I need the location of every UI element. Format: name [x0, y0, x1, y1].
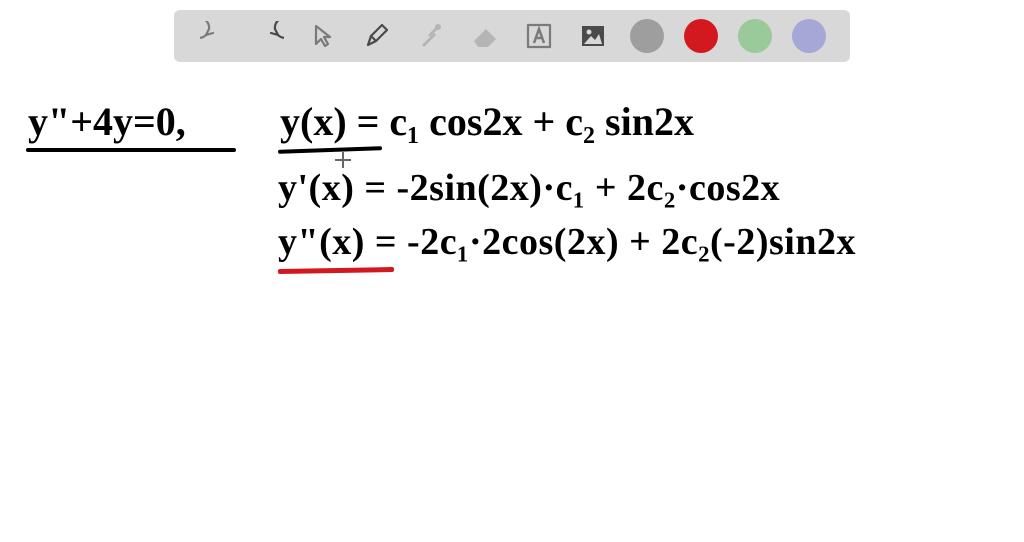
- eraser-button[interactable]: [467, 18, 503, 54]
- equation-line-1-right: y(x) = c₁ cos2x + c₂ sin2x: [280, 98, 694, 145]
- eraser-icon: [470, 21, 500, 51]
- color-swatch-gray: [630, 19, 664, 53]
- underline-ydoubleprime: [278, 267, 394, 274]
- equation-line-3: y"(x) = -2c₁·2cos(2x) + 2c₂(-2)sin2x: [278, 220, 856, 264]
- color-blue-button[interactable]: [791, 18, 827, 54]
- redo-icon: [254, 21, 284, 51]
- equation-line-1-left: y"+4y=0,: [28, 98, 186, 145]
- color-swatch-green: [738, 19, 772, 53]
- tools-button[interactable]: [413, 18, 449, 54]
- color-red-button[interactable]: [683, 18, 719, 54]
- underline-equation-1: [26, 148, 236, 152]
- equation-line-2: y'(x) = -2sin(2x)·c₁ + 2c₂·cos2x: [278, 166, 780, 210]
- underline-yx: [278, 146, 382, 154]
- color-swatch-red: [684, 19, 718, 53]
- color-gray-button[interactable]: [629, 18, 665, 54]
- undo-button[interactable]: [197, 18, 233, 54]
- undo-icon: [200, 21, 230, 51]
- drawing-canvas[interactable]: y"+4y=0, y(x) = c₁ cos2x + c₂ sin2x y'(x…: [0, 62, 1024, 542]
- image-button[interactable]: [575, 18, 611, 54]
- text-button[interactable]: [521, 18, 557, 54]
- image-icon: [578, 21, 608, 51]
- redo-button[interactable]: [251, 18, 287, 54]
- color-swatch-blue: [792, 19, 826, 53]
- color-green-button[interactable]: [737, 18, 773, 54]
- toolbar: [174, 10, 850, 62]
- pen-icon: [362, 21, 392, 51]
- tools-icon: [416, 21, 446, 51]
- pointer-button[interactable]: [305, 18, 341, 54]
- text-icon: [524, 21, 554, 51]
- pen-button[interactable]: [359, 18, 395, 54]
- pointer-icon: [308, 21, 338, 51]
